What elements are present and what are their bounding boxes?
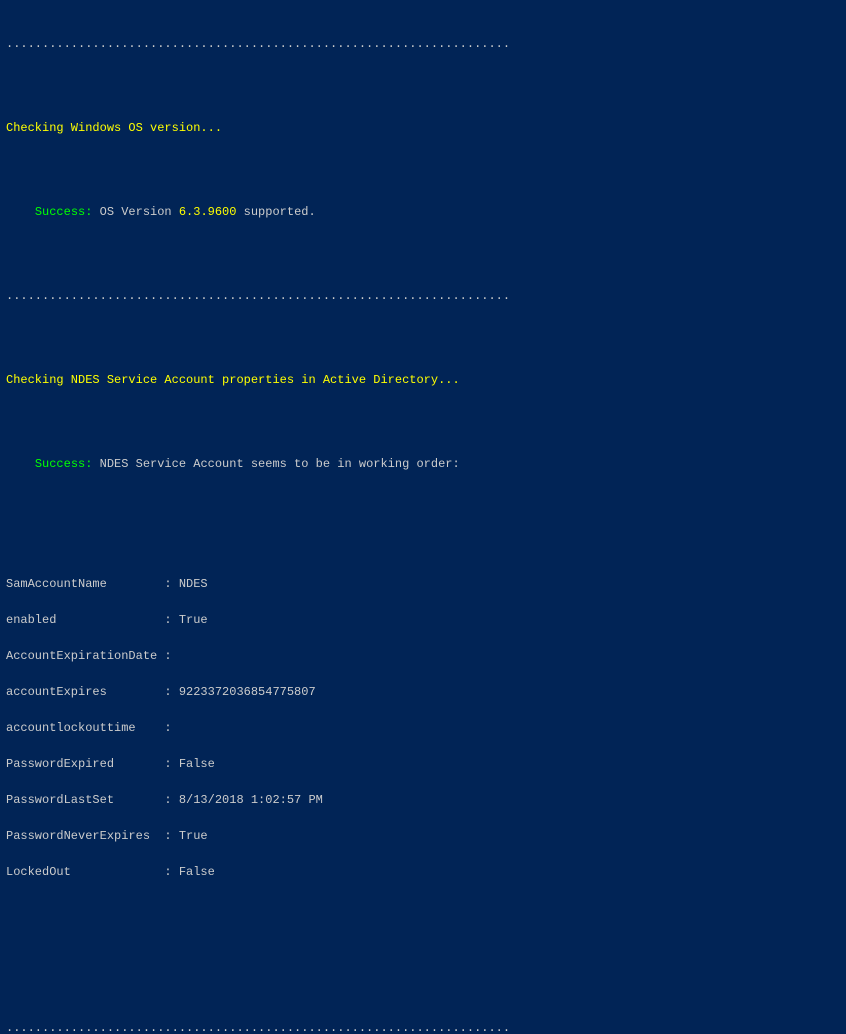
ad-prop: LockedOut : False — [6, 865, 215, 879]
ad-prop: PasswordExpired : False — [6, 757, 215, 771]
ad-prop: PasswordLastSet : 8/13/2018 1:02:57 PM — [6, 793, 323, 807]
success-label: Success: — [35, 205, 100, 219]
os-version: 6.3.9600 — [179, 205, 237, 219]
os-check-heading: Checking Windows OS version... — [6, 121, 222, 135]
os-text-b: supported. — [236, 205, 315, 219]
divider: ........................................… — [6, 37, 510, 51]
ad-check-heading: Checking NDES Service Account properties… — [6, 373, 460, 387]
ad-prop: AccountExpirationDate : — [6, 649, 172, 663]
os-text-a: OS Version — [100, 205, 179, 219]
ad-prop: accountExpires : 9223372036854775807 — [6, 685, 316, 699]
divider: ........................................… — [6, 1021, 510, 1034]
ad-prop: enabled : True — [6, 613, 208, 627]
powershell-console[interactable]: ........................................… — [0, 0, 846, 1034]
ad-success-text: NDES Service Account seems to be in work… — [100, 457, 460, 471]
ad-prop: PasswordNeverExpires : True — [6, 829, 208, 843]
success-label: Success: — [35, 457, 100, 471]
ad-prop: SamAccountName : NDES — [6, 577, 208, 591]
divider: ........................................… — [6, 289, 510, 303]
ad-prop: accountlockouttime : — [6, 721, 172, 735]
